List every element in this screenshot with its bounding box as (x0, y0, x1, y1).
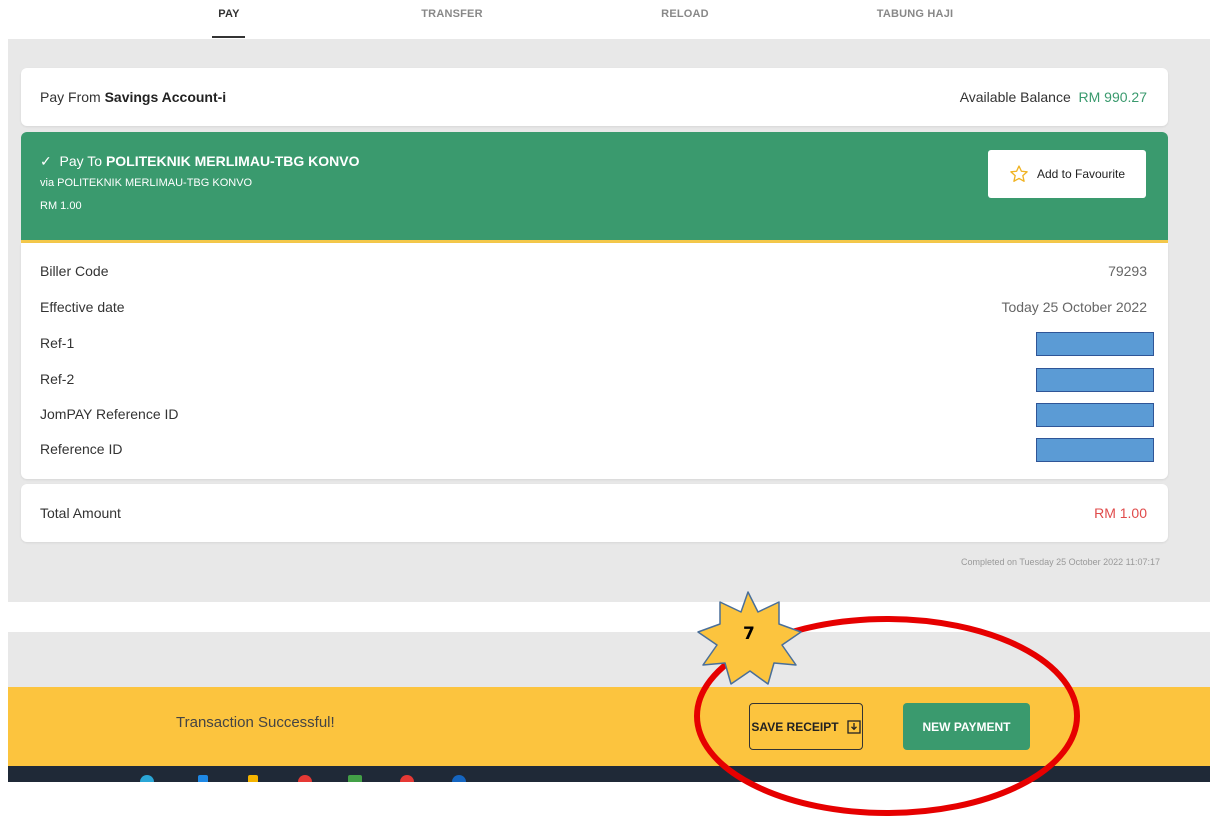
pay-from-card: Pay From Savings Account-i Available Bal… (21, 68, 1168, 126)
available-balance: Available Balance RM 990.27 (960, 89, 1147, 105)
tab-reload[interactable]: RELOAD (661, 8, 709, 20)
detail-row-ref-1: Ref-1 (40, 332, 1154, 356)
detail-value: 79293 (1108, 263, 1147, 279)
taskbar-app-icon[interactable] (452, 775, 466, 782)
pay-to-name: POLITEKNIK MERLIMAU-TBG KONVO (105, 153, 360, 169)
top-tab-bar: PAY TRANSFER RELOAD TABUNG HAJI (0, 0, 1210, 39)
pay-to-via: via POLITEKNIK MERLIMAU-TBG KONVO (40, 177, 253, 189)
detail-row-effective-date: Effective date Today 25 October 2022 (40, 299, 1147, 319)
pay-from-prefix: Pay From (40, 89, 101, 105)
total-amount-card: Total Amount RM 1.00 (21, 484, 1168, 542)
detail-label: Ref-1 (40, 335, 75, 351)
pay-to-header: ✓ Pay To POLITEKNIK MERLIMAU-TBG KONVO v… (21, 132, 1168, 243)
redaction-box (1036, 368, 1154, 392)
star-icon (1010, 165, 1028, 182)
taskbar-app-icon[interactable] (400, 775, 414, 782)
spacer-panel (8, 632, 1210, 687)
add-to-favourite-button[interactable]: Add to Favourite (988, 150, 1146, 198)
detail-row-ref-2: Ref-2 (40, 368, 1154, 392)
taskbar-app-icon[interactable] (348, 775, 362, 782)
balance-value: RM 990.27 (1078, 89, 1147, 105)
detail-label: Reference ID (40, 441, 123, 457)
save-receipt-label: SAVE RECEIPT (751, 719, 839, 734)
detail-label: Biller Code (40, 263, 109, 279)
active-tab-indicator (212, 36, 245, 38)
step-number: 7 (743, 624, 755, 644)
detail-value: Today 25 October 2022 (1001, 299, 1147, 315)
completed-timestamp: Completed on Tuesday 25 October 2022 11:… (961, 557, 1160, 567)
tab-pay[interactable]: PAY (218, 8, 239, 20)
new-payment-button[interactable]: NEW PAYMENT (903, 703, 1030, 750)
pay-to-line: ✓ Pay To POLITEKNIK MERLIMAU-TBG KONVO (40, 153, 360, 170)
add-to-favourite-label: Add to Favourite (1036, 167, 1126, 181)
detail-label: Effective date (40, 299, 125, 315)
total-value: RM 1.00 (1094, 505, 1147, 521)
payment-details-card: Biller Code 79293 Effective date Today 2… (21, 243, 1168, 479)
pay-to-prefix: Pay To (59, 153, 103, 169)
taskbar-app-icon[interactable] (140, 775, 154, 782)
detail-row-reference-id: Reference ID (40, 438, 1154, 462)
tab-transfer[interactable]: TRANSFER (421, 8, 483, 20)
pay-from-account: Savings Account-i (104, 89, 227, 105)
detail-label: JomPAY Reference ID (40, 406, 179, 422)
pay-to-amount: RM 1.00 (40, 200, 82, 212)
redaction-box (1036, 332, 1154, 356)
detail-row-jompay-reference-id: JomPAY Reference ID (40, 403, 1154, 427)
transaction-status: Transaction Successful! (176, 714, 335, 731)
taskbar-app-icon[interactable] (248, 775, 258, 782)
taskbar-app-icon[interactable] (298, 775, 312, 782)
tab-tabung-haji[interactable]: TABUNG HAJI (877, 8, 954, 20)
download-icon (846, 719, 861, 734)
redaction-box (1036, 403, 1154, 427)
pay-from-line: Pay From Savings Account-i (40, 89, 226, 105)
detail-label: Ref-2 (40, 371, 75, 387)
redaction-box (1036, 438, 1154, 462)
balance-label: Available Balance (959, 89, 1071, 105)
detail-row-biller-code: Biller Code 79293 (40, 263, 1147, 283)
save-receipt-button[interactable]: SAVE RECEIPT (749, 703, 863, 750)
total-label: Total Amount (40, 505, 121, 521)
check-icon: ✓ (40, 153, 52, 169)
os-taskbar (8, 766, 1210, 782)
taskbar-app-icon[interactable] (198, 775, 208, 782)
